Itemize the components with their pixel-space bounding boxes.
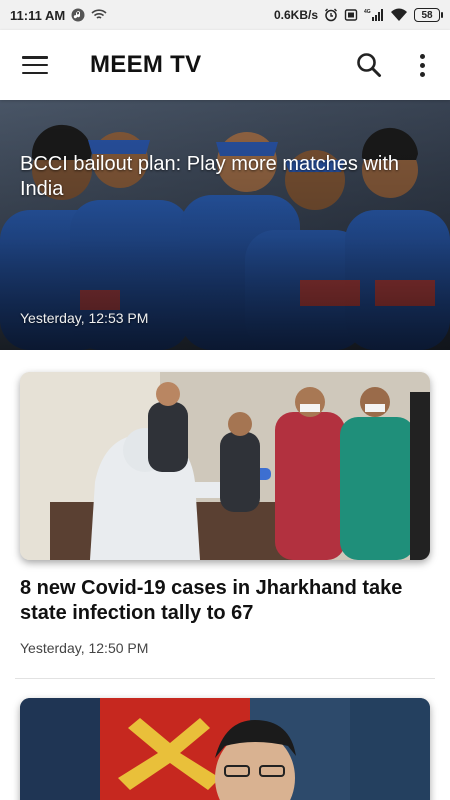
vibrate-icon: [344, 8, 358, 22]
article-card[interactable]: 8 new Covid-19 cases in Jharkhand take s…: [0, 350, 450, 680]
menu-icon[interactable]: [20, 53, 50, 77]
wifi-icon: [91, 9, 107, 21]
app-notification-icon: [71, 8, 85, 22]
status-bar: 11:11 AM 0.6KB/s 4G 58: [0, 0, 450, 30]
svg-text:4G: 4G: [364, 9, 371, 15]
network-speed: 0.6KB/s: [273, 8, 318, 22]
divider: [15, 678, 435, 679]
battery-icon: 58: [414, 8, 443, 22]
clock: 11:11 AM: [10, 7, 66, 23]
alarm-icon: [324, 8, 338, 22]
article-card-image: [20, 372, 430, 560]
signal-icon: 4G: [364, 8, 384, 22]
search-icon[interactable]: [354, 50, 384, 80]
hero-article-title[interactable]: BCCI bailout plan: Play more matches wit…: [20, 152, 420, 202]
status-bar-right: 0.6KB/s 4G 58: [273, 8, 443, 22]
more-vert-icon[interactable]: [410, 50, 434, 80]
status-bar-left: 11:11 AM: [10, 8, 107, 23]
article-card-time: Yesterday, 12:50 PM: [20, 640, 149, 656]
app-title: MEEM TV: [90, 51, 202, 78]
app-bar: MEEM TV: [0, 30, 450, 100]
article-card-image: [20, 698, 430, 800]
article-card-title[interactable]: 8 new Covid-19 cases in Jharkhand take s…: [20, 576, 420, 626]
article-card[interactable]: [0, 680, 450, 800]
hero-article-time: Yesterday, 12:53 PM: [20, 310, 149, 326]
wifi-signal-icon: [390, 8, 408, 22]
